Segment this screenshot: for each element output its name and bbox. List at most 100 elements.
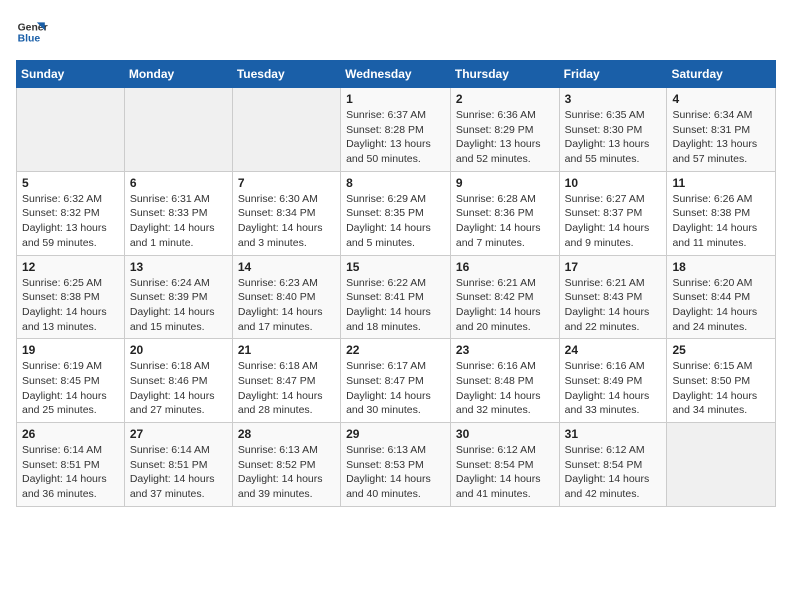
day-info: Sunrise: 6:31 AMSunset: 8:33 PMDaylight:… xyxy=(130,192,227,251)
day-number: 24 xyxy=(565,343,662,357)
day-info: Sunrise: 6:37 AMSunset: 8:28 PMDaylight:… xyxy=(346,108,445,167)
day-info: Sunrise: 6:28 AMSunset: 8:36 PMDaylight:… xyxy=(456,192,554,251)
day-of-week-header: Monday xyxy=(124,61,232,88)
day-number: 26 xyxy=(22,427,119,441)
day-of-week-header: Tuesday xyxy=(232,61,340,88)
day-number: 1 xyxy=(346,92,445,106)
day-info: Sunrise: 6:12 AMSunset: 8:54 PMDaylight:… xyxy=(565,443,662,502)
day-number: 11 xyxy=(672,176,770,190)
calendar-cell: 25 Sunrise: 6:15 AMSunset: 8:50 PMDayligh… xyxy=(667,339,776,423)
calendar-cell: 2 Sunrise: 6:36 AMSunset: 8:29 PMDaylight… xyxy=(450,88,559,172)
day-number: 19 xyxy=(22,343,119,357)
day-info: Sunrise: 6:30 AMSunset: 8:34 PMDaylight:… xyxy=(238,192,335,251)
day-number: 16 xyxy=(456,260,554,274)
day-number: 29 xyxy=(346,427,445,441)
calendar-cell: 21 Sunrise: 6:18 AMSunset: 8:47 PMDayligh… xyxy=(232,339,340,423)
day-info: Sunrise: 6:21 AMSunset: 8:42 PMDaylight:… xyxy=(456,276,554,335)
day-number: 21 xyxy=(238,343,335,357)
day-info: Sunrise: 6:21 AMSunset: 8:43 PMDaylight:… xyxy=(565,276,662,335)
day-info: Sunrise: 6:34 AMSunset: 8:31 PMDaylight:… xyxy=(672,108,770,167)
calendar-cell: 22 Sunrise: 6:17 AMSunset: 8:47 PMDayligh… xyxy=(341,339,451,423)
day-info: Sunrise: 6:27 AMSunset: 8:37 PMDaylight:… xyxy=(565,192,662,251)
calendar-cell: 3Sunrise: 6:35 AMSunset: 8:30 PMDaylight… xyxy=(559,88,667,172)
day-number: 28 xyxy=(238,427,335,441)
day-info: Sunrise: 6:13 AMSunset: 8:53 PMDaylight:… xyxy=(346,443,445,502)
day-number: 25 xyxy=(672,343,770,357)
day-info: Sunrise: 6:15 AMSunset: 8:50 PMDaylight:… xyxy=(672,359,770,418)
day-info: Sunrise: 6:13 AMSunset: 8:52 PMDaylight:… xyxy=(238,443,335,502)
day-of-week-header: Wednesday xyxy=(341,61,451,88)
calendar-week-row: 19 Sunrise: 6:19 AMSunset: 8:45 PMDayligh… xyxy=(17,339,776,423)
calendar-cell: 7 Sunrise: 6:30 AMSunset: 8:34 PMDaylight… xyxy=(232,171,340,255)
day-info: Sunrise: 6:19 AMSunset: 8:45 PMDaylight:… xyxy=(22,359,119,418)
day-info: Sunrise: 6:14 AMSunset: 8:51 PMDaylight:… xyxy=(22,443,119,502)
day-of-week-header: Thursday xyxy=(450,61,559,88)
calendar-cell: 26 Sunrise: 6:14 AMSunset: 8:51 PMDayligh… xyxy=(17,423,125,507)
day-number: 14 xyxy=(238,260,335,274)
calendar-cell: 10Sunrise: 6:27 AMSunset: 8:37 PMDayligh… xyxy=(559,171,667,255)
day-info: Sunrise: 6:22 AMSunset: 8:41 PMDaylight:… xyxy=(346,276,445,335)
calendar-cell: 13Sunrise: 6:24 AMSunset: 8:39 PMDayligh… xyxy=(124,255,232,339)
calendar-cell xyxy=(17,88,125,172)
calendar-cell: 1 Sunrise: 6:37 AMSunset: 8:28 PMDaylight… xyxy=(341,88,451,172)
calendar-week-row: 5Sunrise: 6:32 AMSunset: 8:32 PMDaylight… xyxy=(17,171,776,255)
day-number: 12 xyxy=(22,260,119,274)
calendar-cell: 28 Sunrise: 6:13 AMSunset: 8:52 PMDayligh… xyxy=(232,423,340,507)
day-info: Sunrise: 6:20 AMSunset: 8:44 PMDaylight:… xyxy=(672,276,770,335)
calendar-cell: 29 Sunrise: 6:13 AMSunset: 8:53 PMDayligh… xyxy=(341,423,451,507)
day-number: 20 xyxy=(130,343,227,357)
day-info: Sunrise: 6:26 AMSunset: 8:38 PMDaylight:… xyxy=(672,192,770,251)
calendar-cell xyxy=(124,88,232,172)
calendar-cell: 19 Sunrise: 6:19 AMSunset: 8:45 PMDayligh… xyxy=(17,339,125,423)
calendar-cell: 30 Sunrise: 6:12 AMSunset: 8:54 PMDayligh… xyxy=(450,423,559,507)
day-number: 2 xyxy=(456,92,554,106)
day-number: 23 xyxy=(456,343,554,357)
calendar-cell: 6Sunrise: 6:31 AMSunset: 8:33 PMDaylight… xyxy=(124,171,232,255)
day-info: Sunrise: 6:18 AMSunset: 8:47 PMDaylight:… xyxy=(238,359,335,418)
day-number: 7 xyxy=(238,176,335,190)
calendar-week-row: 12 Sunrise: 6:25 AMSunset: 8:38 PMDayligh… xyxy=(17,255,776,339)
calendar-cell: 17 Sunrise: 6:21 AMSunset: 8:43 PMDayligh… xyxy=(559,255,667,339)
calendar-cell: 24 Sunrise: 6:16 AMSunset: 8:49 PMDayligh… xyxy=(559,339,667,423)
calendar-cell: 5Sunrise: 6:32 AMSunset: 8:32 PMDaylight… xyxy=(17,171,125,255)
day-info: Sunrise: 6:12 AMSunset: 8:54 PMDaylight:… xyxy=(456,443,554,502)
calendar-cell: 8Sunrise: 6:29 AMSunset: 8:35 PMDaylight… xyxy=(341,171,451,255)
day-info: Sunrise: 6:25 AMSunset: 8:38 PMDaylight:… xyxy=(22,276,119,335)
calendar-cell: 12 Sunrise: 6:25 AMSunset: 8:38 PMDayligh… xyxy=(17,255,125,339)
day-info: Sunrise: 6:17 AMSunset: 8:47 PMDaylight:… xyxy=(346,359,445,418)
day-info: Sunrise: 6:16 AMSunset: 8:49 PMDaylight:… xyxy=(565,359,662,418)
calendar-cell: 9 Sunrise: 6:28 AMSunset: 8:36 PMDaylight… xyxy=(450,171,559,255)
calendar-week-row: 26 Sunrise: 6:14 AMSunset: 8:51 PMDayligh… xyxy=(17,423,776,507)
day-number: 4 xyxy=(672,92,770,106)
day-info: Sunrise: 6:16 AMSunset: 8:48 PMDaylight:… xyxy=(456,359,554,418)
day-number: 30 xyxy=(456,427,554,441)
calendar-cell xyxy=(232,88,340,172)
day-number: 18 xyxy=(672,260,770,274)
calendar-cell: 23 Sunrise: 6:16 AMSunset: 8:48 PMDayligh… xyxy=(450,339,559,423)
day-info: Sunrise: 6:23 AMSunset: 8:40 PMDaylight:… xyxy=(238,276,335,335)
page-header: General Blue xyxy=(16,16,776,48)
calendar-cell xyxy=(667,423,776,507)
day-of-week-header: Friday xyxy=(559,61,667,88)
day-number: 8 xyxy=(346,176,445,190)
logo: General Blue xyxy=(16,16,48,48)
calendar-cell: 14 Sunrise: 6:23 AMSunset: 8:40 PMDayligh… xyxy=(232,255,340,339)
calendar-cell: 27Sunrise: 6:14 AMSunset: 8:51 PMDayligh… xyxy=(124,423,232,507)
calendar-cell: 18 Sunrise: 6:20 AMSunset: 8:44 PMDayligh… xyxy=(667,255,776,339)
day-info: Sunrise: 6:36 AMSunset: 8:29 PMDaylight:… xyxy=(456,108,554,167)
day-number: 17 xyxy=(565,260,662,274)
day-number: 5 xyxy=(22,176,119,190)
day-info: Sunrise: 6:18 AMSunset: 8:46 PMDaylight:… xyxy=(130,359,227,418)
calendar-cell: 31Sunrise: 6:12 AMSunset: 8:54 PMDayligh… xyxy=(559,423,667,507)
calendar-table: SundayMondayTuesdayWednesdayThursdayFrid… xyxy=(16,60,776,507)
calendar-cell: 16 Sunrise: 6:21 AMSunset: 8:42 PMDayligh… xyxy=(450,255,559,339)
svg-text:Blue: Blue xyxy=(18,34,41,45)
calendar-cell: 15 Sunrise: 6:22 AMSunset: 8:41 PMDayligh… xyxy=(341,255,451,339)
day-number: 22 xyxy=(346,343,445,357)
calendar-cell: 4 Sunrise: 6:34 AMSunset: 8:31 PMDaylight… xyxy=(667,88,776,172)
day-number: 13 xyxy=(130,260,227,274)
day-number: 9 xyxy=(456,176,554,190)
day-info: Sunrise: 6:14 AMSunset: 8:51 PMDaylight:… xyxy=(130,443,227,502)
day-number: 15 xyxy=(346,260,445,274)
day-number: 3 xyxy=(565,92,662,106)
